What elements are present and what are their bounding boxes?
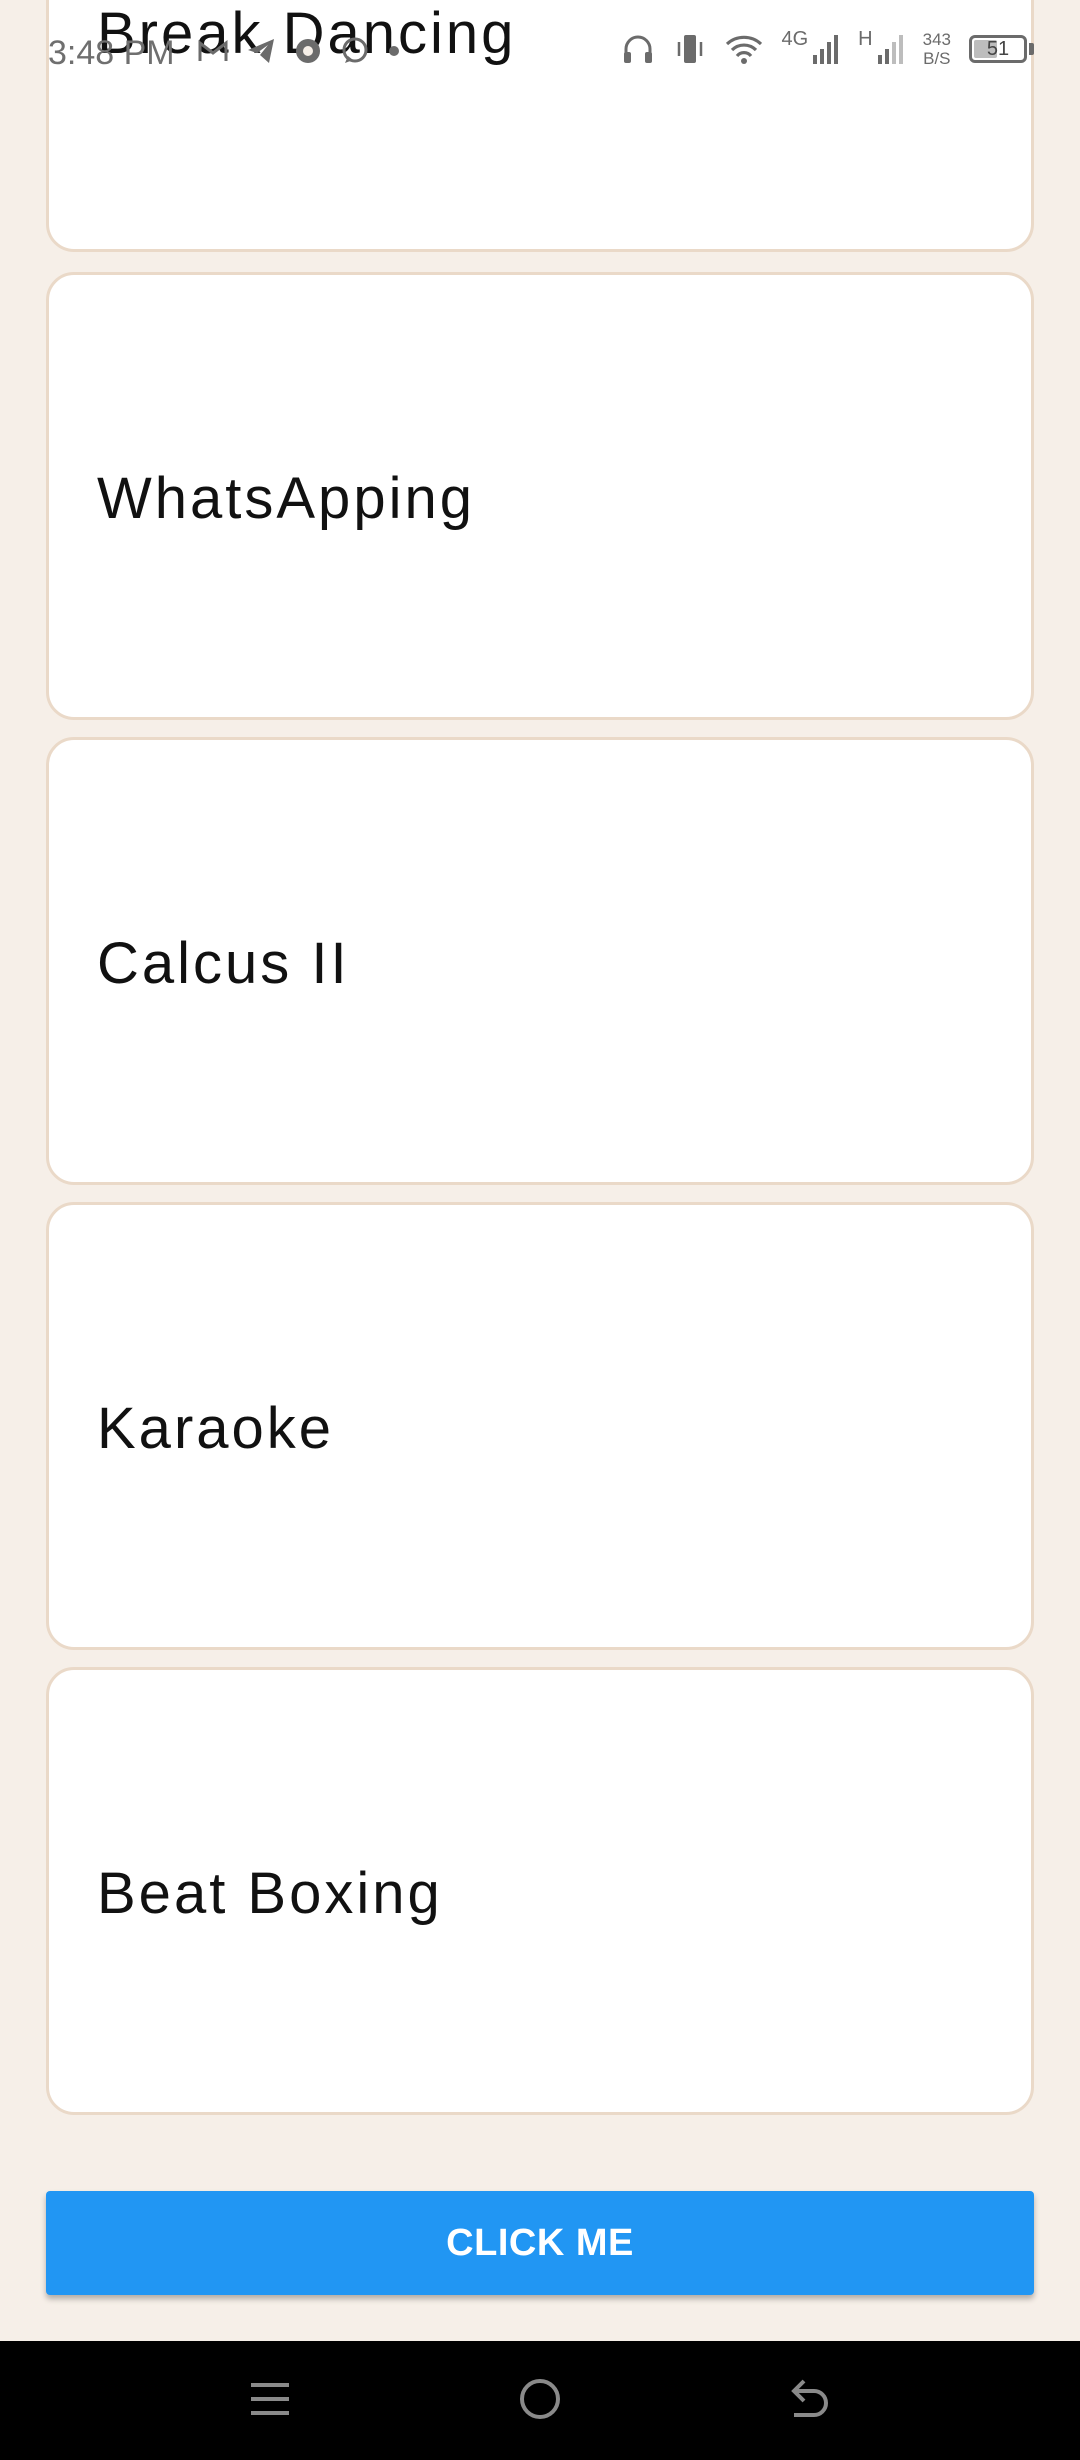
network-type-4g: 4G xyxy=(781,27,809,50)
menu-icon xyxy=(249,2381,291,2422)
activity-label: Beat Boxing xyxy=(97,1861,443,1926)
chrome-icon xyxy=(294,37,322,65)
signal-4g-icon xyxy=(812,33,840,65)
activity-label: Calcus II xyxy=(97,931,350,996)
battery-level: 51 xyxy=(986,37,1010,60)
activity-card[interactable]: Calcus II xyxy=(46,737,1034,1185)
activity-label: WhatsApping xyxy=(97,466,475,531)
network-speed-value: 343 xyxy=(922,30,951,49)
home-icon xyxy=(518,2377,562,2426)
whatsapp-icon xyxy=(340,36,370,66)
battery-icon: 51 xyxy=(969,35,1027,63)
system-status-icons: 4G H 343 B/S 51 xyxy=(621,27,1034,68)
activity-card[interactable]: Beat Boxing xyxy=(46,1667,1034,2115)
network-speed: 343 B/S xyxy=(923,30,951,68)
headphones-icon xyxy=(621,32,655,66)
status-time: 3:48 PM xyxy=(48,34,175,72)
click-me-button[interactable]: CLICK ME xyxy=(46,2191,1034,2295)
vibrate-icon xyxy=(673,32,707,66)
navigation-bar xyxy=(0,2341,1080,2460)
activity-label: Karaoke xyxy=(97,1396,335,1461)
network-type-h: H xyxy=(858,27,873,50)
notification-icons xyxy=(198,36,400,66)
back-button[interactable] xyxy=(780,2371,840,2431)
signal-h-icon xyxy=(877,33,905,65)
activity-card[interactable]: WhatsApping xyxy=(46,272,1034,720)
back-icon xyxy=(788,2379,832,2424)
home-button[interactable] xyxy=(510,2371,570,2431)
app-screen: Break Dancing WhatsApping Calcus II Kara… xyxy=(0,0,1080,2460)
battery-cap xyxy=(1029,43,1034,55)
status-bar: 3:48 PM 4G H 343 B/S 51 xyxy=(0,0,1080,110)
dot-icon xyxy=(388,45,400,57)
telegram-icon xyxy=(246,37,276,65)
gmail-icon xyxy=(198,39,228,63)
wifi-icon xyxy=(725,33,763,65)
network-speed-unit: B/S xyxy=(923,49,951,68)
activity-card[interactable]: Karaoke xyxy=(46,1202,1034,1650)
menu-button[interactable] xyxy=(240,2371,300,2431)
